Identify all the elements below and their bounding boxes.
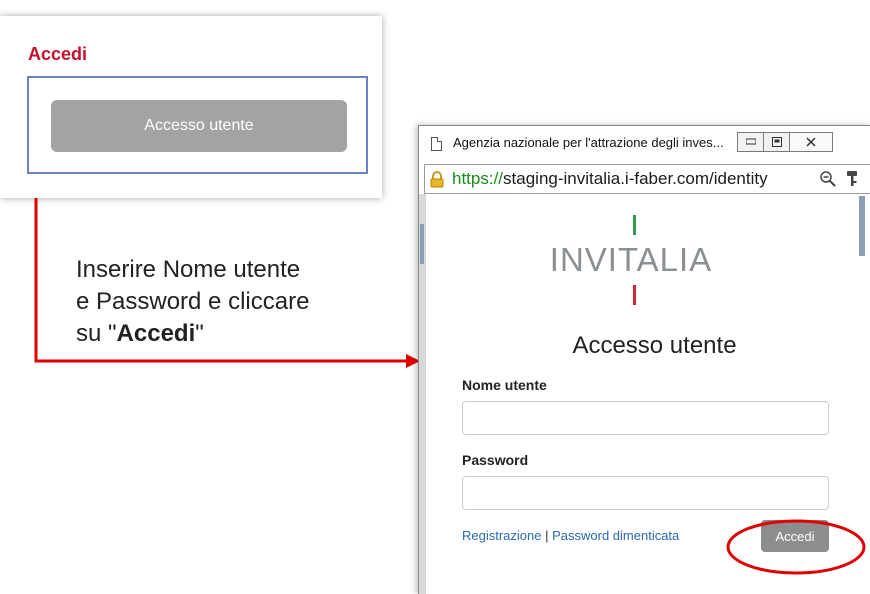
invitalia-logo: INVITALIA <box>426 194 870 314</box>
address-bar[interactable]: https://staging-invitalia.i-faber.com/id… <box>424 164 870 194</box>
magnifier-icon[interactable] <box>819 170 837 188</box>
page-edge <box>419 194 426 594</box>
password-input[interactable] <box>462 476 829 510</box>
maximize-icon[interactable] <box>763 132 790 152</box>
window-title: Agenzia nazionale per l'attrazione degli… <box>453 135 724 150</box>
key-icon[interactable] <box>845 170 859 188</box>
url-text[interactable]: https://staging-invitalia.i-faber.com/id… <box>452 169 816 189</box>
page-icon <box>431 137 442 151</box>
logo-red-mark <box>633 285 636 305</box>
instruction-line-1: Inserire Nome utente <box>76 256 301 283</box>
url-host: staging-invitalia.i-faber.com/identity <box>503 169 768 188</box>
lock-icon <box>430 171 444 188</box>
forgot-password-link[interactable]: Password dimenticata <box>552 528 679 543</box>
form-title: Accesso utente <box>572 332 737 359</box>
url-scheme: https:// <box>452 169 504 188</box>
form-links: Registrazione | Password dimenticata <box>462 528 679 543</box>
instruction-bold: Accedi <box>116 320 196 347</box>
instruction-line-2: e Password e cliccare <box>76 288 310 315</box>
password-label: Password <box>462 452 529 468</box>
window-controls <box>737 132 833 154</box>
username-label: Nome utente <box>462 377 547 393</box>
instruction-line-3: su "Accedi" <box>76 318 309 350</box>
highlight-ellipse <box>726 519 866 575</box>
instruction-text: Inserire Nome utente e Password e clicca… <box>76 254 309 350</box>
title-bar[interactable]: Agenzia nazionale per l'attrazione degli… <box>419 126 870 165</box>
minimize-icon[interactable] <box>737 132 764 152</box>
scrollbar[interactable] <box>859 196 865 256</box>
instruction-suffix: " <box>195 320 204 347</box>
logo-green-mark <box>633 215 636 235</box>
logo-text: INVITALIA <box>549 241 713 278</box>
close-icon[interactable] <box>789 132 833 152</box>
link-separator: | <box>541 528 553 543</box>
instruction-prefix: su " <box>76 320 117 347</box>
registration-link[interactable]: Registrazione <box>462 528 542 543</box>
username-input[interactable] <box>462 401 829 435</box>
